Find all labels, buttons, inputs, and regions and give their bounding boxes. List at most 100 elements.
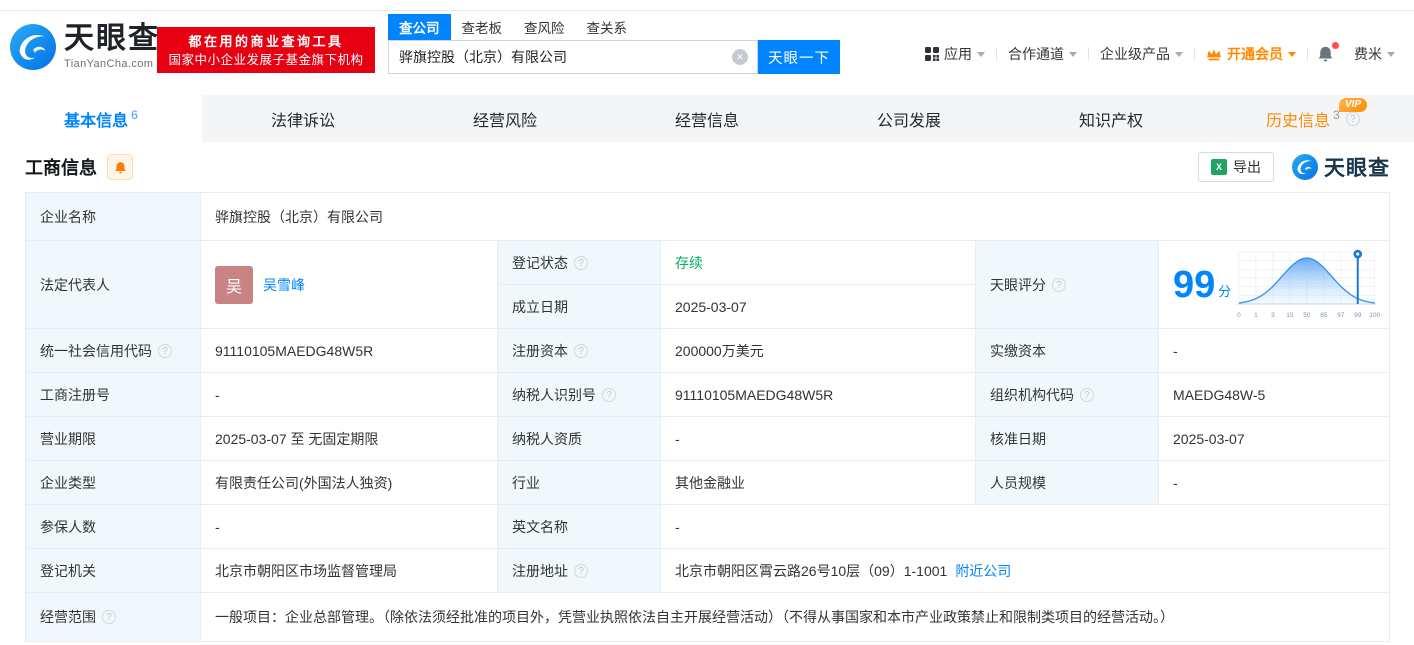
tab-operation-info[interactable]: 经营信息 <box>606 95 808 142</box>
nav-open-vip[interactable]: 开通会员 <box>1195 44 1307 64</box>
section-header: 工商信息 导出 天眼查 <box>25 142 1390 192</box>
top-divider <box>0 10 1414 11</box>
chevron-down-icon <box>1069 51 1077 57</box>
search-area: 查公司 查老板 查风险 查关系 天眼一下 <box>388 14 840 74</box>
nav-user[interactable]: 费米 <box>1343 44 1406 64</box>
section-title: 工商信息 <box>25 158 97 178</box>
clear-icon[interactable] <box>732 49 748 65</box>
label-industry: 行业 <box>498 461 661 505</box>
search-input-wrap <box>388 40 758 74</box>
value-reg-authority: 北京市朝阳区市场监督管理局 <box>201 549 498 593</box>
nav-enterprise-products[interactable]: 企业级产品 <box>1089 44 1194 64</box>
value-reg-capital: 200000万美元 <box>661 329 976 373</box>
help-icon[interactable] <box>574 255 588 270</box>
help-icon[interactable] <box>574 563 588 578</box>
svg-text:50: 50 <box>1304 311 1312 318</box>
value-tianyan-score: 99 分 0 1 3 15 50 85 97 99 100 <box>1159 241 1390 329</box>
value-staff-size: - <box>1159 461 1390 505</box>
site-header: 天眼查 TianYanCha.com 都在用的商业查询工具 国家中小企业发展子基… <box>0 0 1414 95</box>
export-button[interactable]: 导出 <box>1198 152 1274 182</box>
watermark-logo: 天眼查 <box>1292 152 1390 182</box>
label-legal-rep: 法定代表人 <box>26 241 201 329</box>
value-reg-status: 存续 <box>661 241 976 285</box>
nav-partner-channel[interactable]: 合作通道 <box>997 44 1088 64</box>
help-icon[interactable] <box>158 343 172 358</box>
svg-text:1: 1 <box>1254 311 1258 318</box>
value-org-code: MAEDG48W-5 <box>1159 373 1390 417</box>
subscribe-bell-button[interactable] <box>107 154 133 180</box>
label-company-type: 企业类型 <box>26 461 201 505</box>
search-tab-risk[interactable]: 查风险 <box>513 14 576 40</box>
label-paid-capital: 实缴资本 <box>976 329 1159 373</box>
value-approval-date: 2025-03-07 <box>1159 417 1390 461</box>
value-english-name: - <box>661 505 1390 549</box>
label-tianyan-score: 天眼评分 <box>976 241 1159 329</box>
tianyancha-logo-icon <box>1292 154 1318 180</box>
value-company-name: 骅旗控股（北京）有限公司 <box>201 193 1390 241</box>
tab-history-info[interactable]: VIP 历史信息 3 <box>1212 95 1414 142</box>
tab-legal-litigation[interactable]: 法律诉讼 <box>202 95 404 142</box>
svg-text:0: 0 <box>1237 311 1241 318</box>
notification-bell-icon[interactable] <box>1308 42 1343 63</box>
slogan-line2: 国家中小企业发展子基金旗下机构 <box>168 53 364 67</box>
apps-grid-icon <box>925 47 939 61</box>
search-input[interactable] <box>389 41 757 73</box>
tab-operation-risk[interactable]: 经营风险 <box>404 95 606 142</box>
search-tab-boss[interactable]: 查老板 <box>451 14 514 40</box>
label-taxpayer-id: 纳税人识别号 <box>498 373 661 417</box>
label-insured-count: 参保人数 <box>26 505 201 549</box>
score-number: 99 <box>1173 263 1216 306</box>
top-nav: 应用 合作通道 企业级产品 开通会员 费米 <box>914 42 1406 66</box>
score-unit: 分 <box>1218 284 1232 299</box>
avatar: 吴 <box>215 265 253 304</box>
tab-count: 3 <box>1333 107 1340 122</box>
svg-text:15: 15 <box>1287 311 1295 318</box>
svg-text:99: 99 <box>1354 311 1362 318</box>
svg-text:3: 3 <box>1271 311 1275 318</box>
label-establish-date: 成立日期 <box>498 285 661 329</box>
nearby-companies-link[interactable]: 附近公司 <box>955 561 1011 581</box>
search-tab-company[interactable]: 查公司 <box>388 14 451 40</box>
label-taxpayer-quality: 纳税人资质 <box>498 417 661 461</box>
tab-intellectual-property[interactable]: 知识产权 <box>1010 95 1212 142</box>
search-tab-relation[interactable]: 查关系 <box>576 14 639 40</box>
chevron-down-icon <box>977 51 985 57</box>
search-button[interactable]: 天眼一下 <box>758 40 840 74</box>
label-reg-authority: 登记机关 <box>26 549 201 593</box>
legal-rep-link[interactable]: 吴雪峰 <box>263 275 305 295</box>
vip-badge: VIP <box>1338 98 1367 112</box>
help-icon[interactable] <box>602 387 616 402</box>
chevron-down-icon <box>1175 51 1183 57</box>
help-icon[interactable] <box>1052 277 1066 292</box>
label-reg-capital: 注册资本 <box>498 329 661 373</box>
label-staff-size: 人员规模 <box>976 461 1159 505</box>
search-tabs: 查公司 查老板 查风险 查关系 <box>388 14 840 40</box>
nav-apps[interactable]: 应用 <box>914 44 996 64</box>
label-english-name: 英文名称 <box>498 505 661 549</box>
tianyancha-logo[interactable]: 天眼查 TianYanCha.com <box>10 24 160 70</box>
chevron-down-icon <box>1288 51 1296 57</box>
help-icon[interactable] <box>574 343 588 358</box>
value-insured-count: - <box>201 505 498 549</box>
help-icon[interactable] <box>1345 111 1360 126</box>
label-reg-address: 注册地址 <box>498 549 661 593</box>
brand-domain: TianYanCha.com <box>64 58 154 70</box>
svg-text:85: 85 <box>1321 311 1329 318</box>
value-industry: 其他金融业 <box>661 461 976 505</box>
brand-name: 天眼查 <box>64 22 160 55</box>
page-tabs: 基本信息 6 法律诉讼 经营风险 经营信息 公司发展 知识产权 VIP 历史信息… <box>0 95 1414 142</box>
slogan-line1: 都在用的商业查询工具 <box>188 34 344 49</box>
label-reg-number: 工商注册号 <box>26 373 201 417</box>
tab-count: 6 <box>131 107 138 122</box>
value-establish-date: 2025-03-07 <box>661 285 976 329</box>
help-icon[interactable] <box>1080 387 1094 402</box>
tab-company-development[interactable]: 公司发展 <box>808 95 1010 142</box>
value-paid-capital: - <box>1159 329 1390 373</box>
help-icon[interactable] <box>102 610 116 624</box>
slogan-banner: 都在用的商业查询工具 国家中小企业发展子基金旗下机构 <box>157 27 375 73</box>
label-approval-date: 核准日期 <box>976 417 1159 461</box>
svg-text:97: 97 <box>1337 311 1345 318</box>
label-credit-code: 统一社会信用代码 <box>26 329 201 373</box>
label-business-scope: 经营范围 <box>26 593 201 642</box>
tab-basic-info[interactable]: 基本信息 6 <box>0 95 202 142</box>
